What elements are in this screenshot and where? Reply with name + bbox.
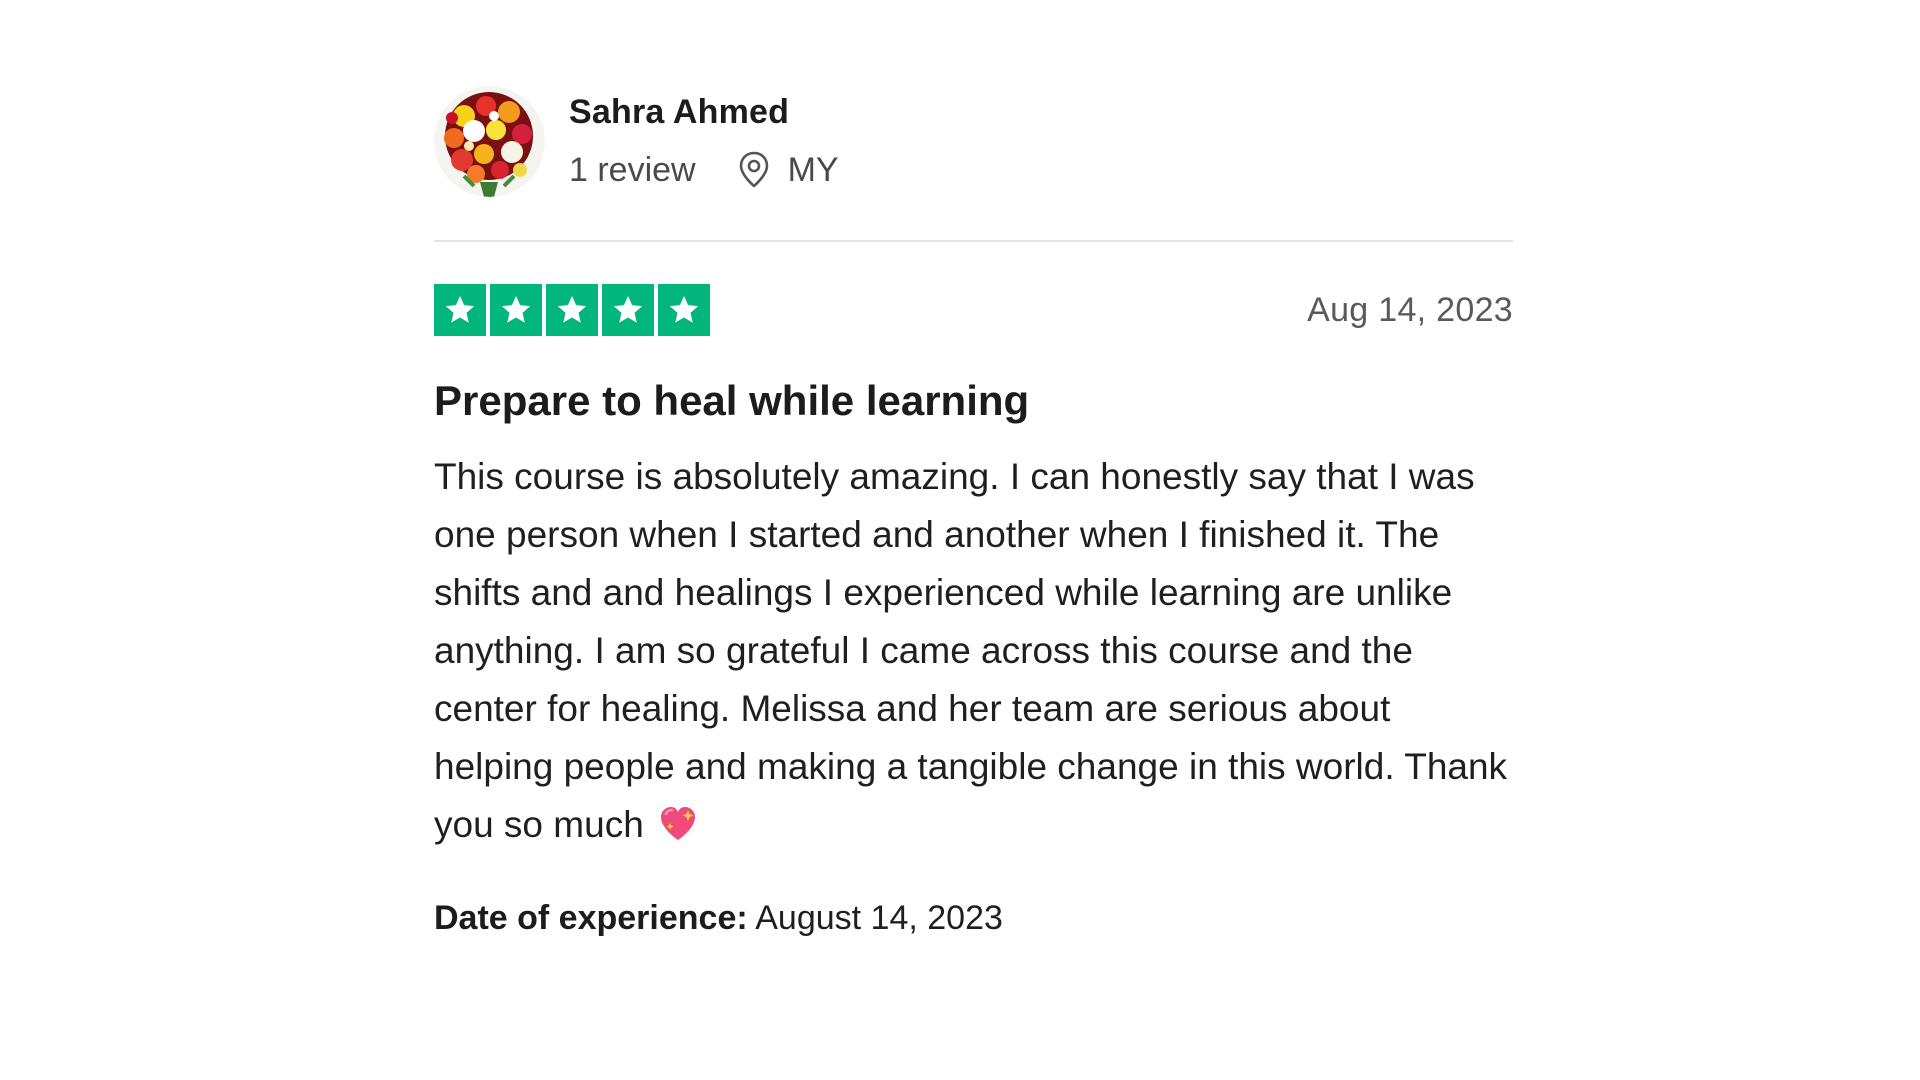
divider bbox=[434, 240, 1513, 242]
experience-label: Date of experience: bbox=[434, 899, 748, 937]
review-body: This course is absolutely amazing. I can… bbox=[434, 448, 1514, 860]
date-of-experience: Date of experience: August 14, 2023 bbox=[434, 898, 1513, 938]
rating-row: Aug 14, 2023 bbox=[434, 284, 1513, 336]
reviewer-meta: Sahra Ahmed 1 review MY bbox=[569, 92, 839, 190]
reviewer-name[interactable]: Sahra Ahmed bbox=[569, 92, 839, 132]
star-rating bbox=[434, 284, 710, 336]
sparkling-heart-icon bbox=[658, 802, 698, 860]
reviewer-country: MY bbox=[787, 151, 839, 189]
star-icon bbox=[658, 284, 710, 336]
review-card: Sahra Ahmed 1 review MY Aug 14, 2023 Pre… bbox=[434, 84, 1513, 938]
experience-date: August 14, 2023 bbox=[755, 899, 1003, 937]
star-icon bbox=[546, 284, 598, 336]
star-icon bbox=[434, 284, 486, 336]
reviewer-stats: 1 review MY bbox=[569, 150, 839, 190]
review-date: Aug 14, 2023 bbox=[1307, 290, 1513, 329]
reviewer-header: Sahra Ahmed 1 review MY bbox=[434, 84, 1513, 198]
star-icon bbox=[602, 284, 654, 336]
star-icon bbox=[490, 284, 542, 336]
location-pin-icon bbox=[738, 150, 772, 190]
avatar[interactable] bbox=[434, 85, 545, 197]
review-count: 1 review bbox=[569, 151, 696, 189]
review-title[interactable]: Prepare to heal while learning bbox=[434, 376, 1513, 426]
review-body-text: This course is absolutely amazing. I can… bbox=[434, 456, 1508, 845]
